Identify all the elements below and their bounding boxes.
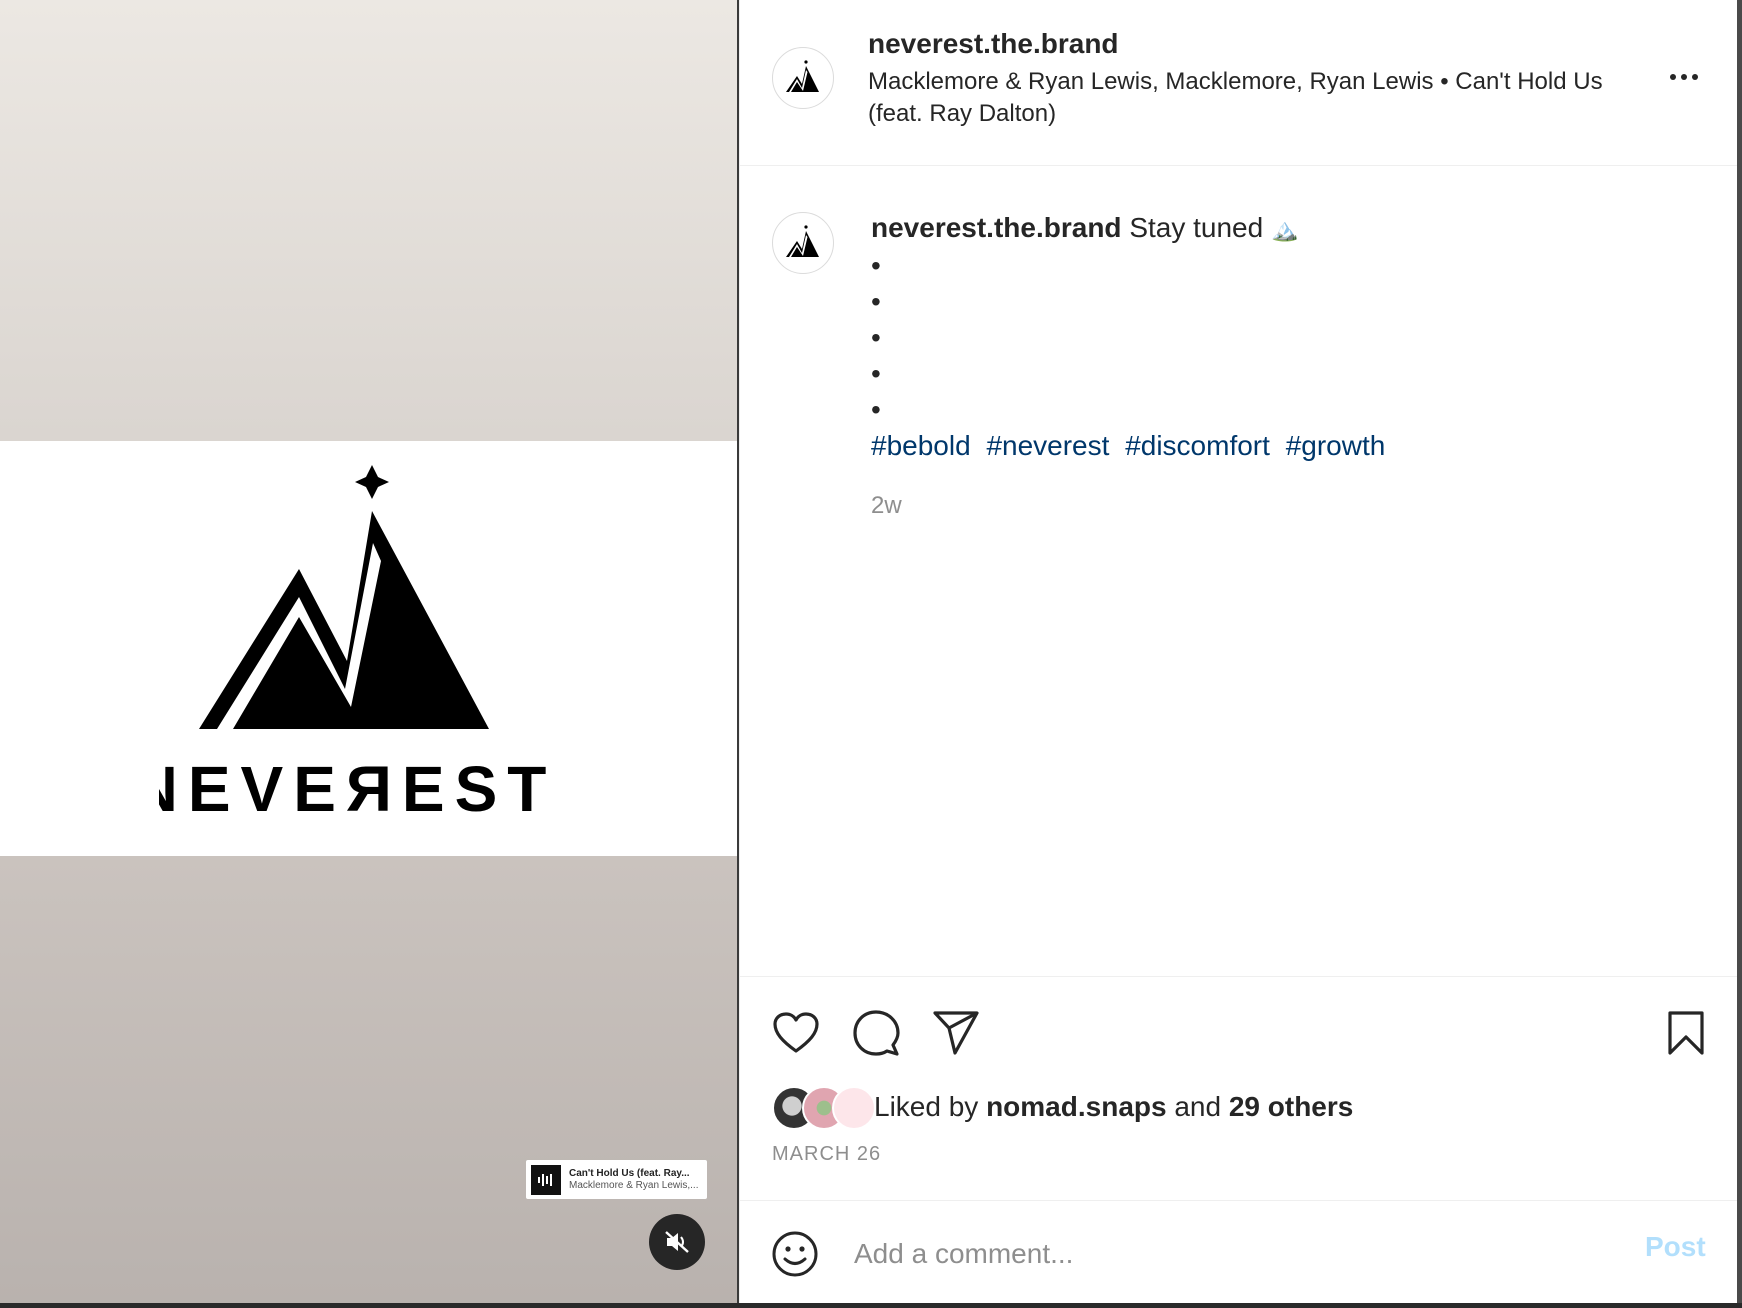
hashtag-link[interactable]: #growth — [1286, 430, 1386, 461]
caption-bullets: • • • • • — [871, 248, 1691, 428]
bullet: • — [871, 322, 881, 353]
avatar[interactable] — [772, 212, 834, 274]
share-icon — [933, 1011, 979, 1055]
mute-button[interactable] — [649, 1214, 705, 1270]
likes-others-link[interactable]: 29 others — [1229, 1091, 1354, 1122]
music-artist: Macklemore & Ryan Lewis,... — [569, 1179, 699, 1191]
emoji-button[interactable] — [770, 1229, 820, 1279]
music-attribution[interactable]: Can't Hold Us (feat. Ray... Macklemore &… — [526, 1160, 707, 1199]
avatar[interactable] — [772, 47, 834, 109]
post-media[interactable]: NEVEЯEST Can't Hold Us (feat. Ray... Mac… — [0, 0, 737, 1303]
likes-prefix: Liked by — [874, 1091, 979, 1122]
hashtag-link[interactable]: #bebold — [871, 430, 971, 461]
caption-username[interactable]: neverest.the.brand — [871, 212, 1122, 243]
save-button[interactable] — [1660, 1007, 1712, 1059]
mountain-logo-icon: NEVEЯEST — [159, 464, 556, 825]
heart-icon — [773, 1012, 819, 1053]
caption: neverest.the.brand Stay tuned 🏔️ • • • •… — [871, 210, 1691, 524]
share-button[interactable] — [930, 1007, 982, 1059]
post-header: neverest.the.brand Macklemore & Ryan Lew… — [740, 0, 1738, 166]
brand-logo: NEVEЯEST — [0, 441, 737, 856]
mountain-logo-icon — [786, 225, 819, 257]
hashtag-link[interactable]: #discomfort — [1125, 430, 1270, 461]
caption-text: Stay tuned — [1129, 212, 1264, 243]
audio-attribution-link[interactable]: Macklemore & Ryan Lewis, Macklemore, Rya… — [868, 66, 1628, 130]
comment-input[interactable] — [852, 1231, 1556, 1277]
post-date[interactable]: MARCH 26 — [772, 1143, 881, 1166]
bullet: • — [871, 286, 881, 317]
liker-avatars — [772, 1086, 876, 1130]
hashtag-link[interactable]: #neverest — [986, 430, 1109, 461]
music-waveform-icon — [531, 1164, 561, 1195]
liked-by-user-link[interactable]: nomad.snaps — [986, 1091, 1166, 1122]
bullet: • — [871, 250, 881, 281]
caption-timestamp[interactable]: 2w — [871, 488, 1691, 524]
music-song-title: Can't Hold Us (feat. Ray... — [569, 1167, 690, 1179]
post-actions: Liked by nomad.snaps and 29 others MARCH… — [740, 976, 1738, 1201]
mountain-logo-icon — [786, 60, 819, 92]
scrollbar-edge — [1737, 0, 1742, 1308]
comment-button[interactable] — [850, 1007, 902, 1059]
like-button[interactable] — [770, 1007, 822, 1059]
likes-and: and — [1174, 1091, 1222, 1122]
comment-icon — [853, 1010, 900, 1056]
likes-text: Liked by nomad.snaps and 29 others — [874, 1091, 1353, 1123]
avatar[interactable] — [832, 1086, 876, 1130]
bullet: • — [871, 358, 881, 389]
more-horizontal-icon — [1670, 74, 1676, 80]
comment-composer: Post — [740, 1200, 1738, 1304]
smiley-icon — [772, 1231, 818, 1277]
speaker-muted-icon — [665, 1231, 689, 1253]
window-bottom-edge — [0, 1303, 1742, 1308]
bookmark-icon — [1668, 1011, 1704, 1055]
svg-text:NEVEЯEST: NEVEЯEST — [159, 753, 556, 825]
hashtags: #bebold #neverest #discomfort #growth — [871, 428, 1691, 464]
bullet: • — [871, 394, 881, 425]
more-options-button[interactable] — [1664, 62, 1704, 92]
likes-summary: Liked by nomad.snaps and 29 others — [772, 1085, 1353, 1130]
mountain-emoji: 🏔️ — [1270, 217, 1299, 242]
header-username[interactable]: neverest.the.brand — [868, 28, 1119, 60]
post-details-panel: neverest.the.brand Macklemore & Ryan Lew… — [739, 0, 1738, 1303]
post-comment-button[interactable]: Post — [1645, 1231, 1706, 1263]
caption-section: neverest.the.brand Stay tuned 🏔️ • • • •… — [740, 166, 1738, 976]
